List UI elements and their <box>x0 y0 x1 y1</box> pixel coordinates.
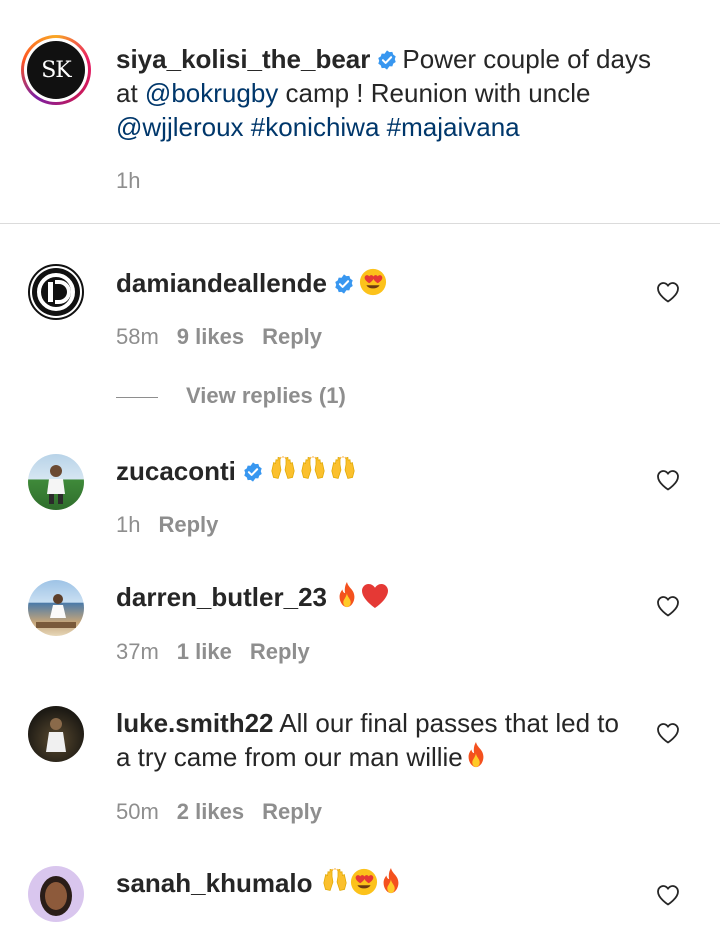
hashtag-link[interactable]: #konichiwa <box>251 112 380 142</box>
reply-button[interactable]: Reply <box>262 324 322 349</box>
comment-username[interactable]: darren_butler_23 <box>116 582 327 612</box>
caption-text-part <box>244 112 251 142</box>
commenter-avatar[interactable] <box>28 866 84 922</box>
red-heart-emoji-icon <box>360 582 390 610</box>
person-photo-icon <box>40 876 72 916</box>
caption-text-part: camp ! Reunion with uncle <box>278 78 591 108</box>
reply-button[interactable]: Reply <box>262 799 322 824</box>
comment-time: 58m <box>116 324 159 349</box>
like-heart-icon[interactable] <box>656 595 680 617</box>
caption-username[interactable]: siya_kolisi_the_bear <box>116 44 370 74</box>
caption-text: siya_kolisi_the_bear Power couple of days… <box>116 42 676 144</box>
hashtag-link[interactable]: #majaivana <box>387 112 520 142</box>
raised-hands-emoji-icon <box>268 456 298 484</box>
fire-emoji-icon <box>463 740 489 770</box>
heart-eyes-emoji-icon <box>350 868 378 896</box>
comment-meta: 37m 1 like Reply <box>116 639 328 665</box>
reply-button[interactable]: Reply <box>250 639 310 664</box>
caption-avatar[interactable]: SK <box>21 35 91 105</box>
comment-time: 1h <box>116 512 141 537</box>
mention-link[interactable]: @wjjleroux <box>116 112 244 142</box>
like-heart-icon[interactable] <box>656 469 680 491</box>
dd-logo-icon <box>32 268 80 316</box>
comment-text: damiandeallende <box>116 266 636 300</box>
commenter-avatar[interactable] <box>28 706 84 762</box>
comment-text: luke.smith22 All our final passes that l… <box>116 706 636 774</box>
like-heart-icon[interactable] <box>656 281 680 303</box>
comment-username[interactable]: zucaconti <box>116 456 236 486</box>
raised-hands-emoji-icon <box>298 456 328 484</box>
comment-text: darren_butler_23 <box>116 580 636 614</box>
like-heart-icon[interactable] <box>656 722 680 744</box>
commenter-avatar[interactable] <box>28 264 84 320</box>
caption-text-part <box>379 112 386 142</box>
reply-button[interactable]: Reply <box>158 512 218 537</box>
verified-badge-icon <box>242 461 264 483</box>
comment-meta: 50m 2 likes Reply <box>116 799 340 825</box>
like-heart-icon[interactable] <box>656 884 680 906</box>
comment-meta: 1h Reply <box>116 512 236 538</box>
post-caption: SK siya_kolisi_the_bear Power couple of d… <box>0 0 720 224</box>
fire-emoji-icon <box>378 866 404 896</box>
comment-text: sanah_khumalo <box>116 866 636 900</box>
raised-hands-emoji-icon <box>320 868 350 896</box>
avatar-ring: SK <box>24 38 88 102</box>
commenter-avatar[interactable] <box>28 454 84 510</box>
raised-hands-emoji-icon <box>328 456 358 484</box>
mention-link[interactable]: @bokrugby <box>145 78 278 108</box>
fire-emoji-icon <box>334 580 360 610</box>
comment-username[interactable]: sanah_khumalo <box>116 868 313 898</box>
verified-badge-icon <box>376 49 398 71</box>
comment-likes[interactable]: 1 like <box>177 639 232 664</box>
comment-username[interactable]: luke.smith22 <box>116 708 274 738</box>
heart-eyes-emoji-icon <box>359 268 387 296</box>
player-photo-icon <box>47 465 65 504</box>
replies-divider <box>116 396 158 398</box>
comment-text: zucaconti <box>116 454 636 488</box>
comment-likes[interactable]: 9 likes <box>177 324 244 349</box>
caption-timestamp: 1h <box>116 168 141 193</box>
comment-likes[interactable]: 2 likes <box>177 799 244 824</box>
person-photo-icon <box>36 594 76 628</box>
view-replies-button[interactable]: View replies (1) <box>116 383 346 409</box>
person-photo-icon <box>46 718 66 752</box>
verified-badge-icon <box>333 273 355 295</box>
comment-username[interactable]: damiandeallende <box>116 268 327 298</box>
comment-time: 37m <box>116 639 159 664</box>
comment-meta: 58m 9 likes Reply <box>116 324 340 350</box>
avatar-logo: SK <box>27 41 85 99</box>
view-replies-label: View replies (1) <box>186 383 346 408</box>
comment-time: 50m <box>116 799 159 824</box>
commenter-avatar[interactable] <box>28 580 84 636</box>
